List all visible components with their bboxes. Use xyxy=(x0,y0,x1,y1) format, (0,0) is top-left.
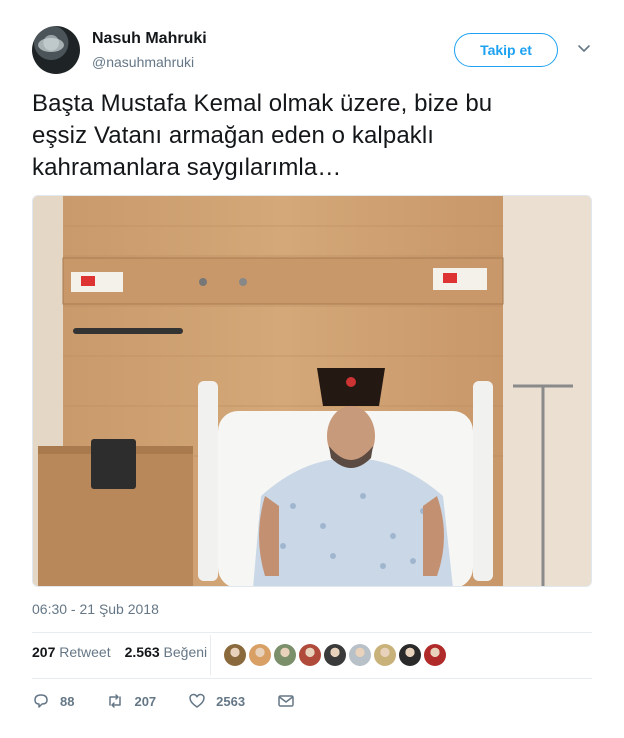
liker-avatar[interactable] xyxy=(224,644,246,666)
retweet-stat-label: Retweet xyxy=(59,644,111,660)
reply-button[interactable]: 88 xyxy=(32,692,74,710)
liker-avatar[interactable] xyxy=(299,644,321,666)
follow-button[interactable]: Takip et xyxy=(454,33,558,67)
chevron-down-icon[interactable] xyxy=(576,40,592,56)
author-name[interactable]: Nasuh Mahruki xyxy=(92,30,207,48)
heart-icon xyxy=(189,693,205,708)
reply-count: 88 xyxy=(60,693,75,709)
stats-separator xyxy=(210,635,211,675)
retweet-count: 207 xyxy=(134,693,157,709)
retweet-stat[interactable]: 207 Retweet xyxy=(32,644,111,660)
liker-avatar[interactable] xyxy=(274,644,296,666)
liker-avatars xyxy=(224,644,446,666)
tweet-timestamp[interactable]: 06:30 - 21 Şub 2018 xyxy=(32,601,159,617)
liker-avatar[interactable] xyxy=(399,644,421,666)
liker-avatar[interactable] xyxy=(349,644,371,666)
retweet-button[interactable]: 207 xyxy=(106,692,156,710)
liker-avatar[interactable] xyxy=(374,644,396,666)
like-button[interactable]: 2563 xyxy=(188,692,245,710)
author-avatar[interactable] xyxy=(32,26,80,74)
retweet-stat-count: 207 xyxy=(32,644,56,660)
retweet-icon xyxy=(109,694,122,708)
like-stat-count: 2.563 xyxy=(124,644,160,660)
envelope-icon xyxy=(278,695,294,707)
like-stat[interactable]: 2.563 Beğeni xyxy=(125,644,208,660)
engagement-stats: 207 Retweet 2.563 Beğeni xyxy=(32,644,207,660)
tweet-text: Başta Mustafa Kemal olmak üzere, bize bu… xyxy=(32,90,493,181)
liker-avatar[interactable] xyxy=(424,644,446,666)
like-count: 2563 xyxy=(216,693,246,709)
tweet-header: Nasuh Mahruki @nasuhmahruki Takip et xyxy=(32,24,592,78)
tweet-photo[interactable] xyxy=(32,195,592,587)
reply-icon xyxy=(34,694,48,708)
hospital-photo xyxy=(33,196,591,586)
author-handle[interactable]: @nasuhmahruki xyxy=(92,54,194,70)
tweet-actions: 88 207 2563 xyxy=(32,692,327,710)
divider-top xyxy=(32,632,592,633)
direct-message-button[interactable] xyxy=(277,692,295,710)
divider-bottom xyxy=(32,678,592,679)
liker-avatar[interactable] xyxy=(324,644,346,666)
liker-avatar[interactable] xyxy=(249,644,271,666)
like-stat-label: Beğeni xyxy=(163,644,208,660)
